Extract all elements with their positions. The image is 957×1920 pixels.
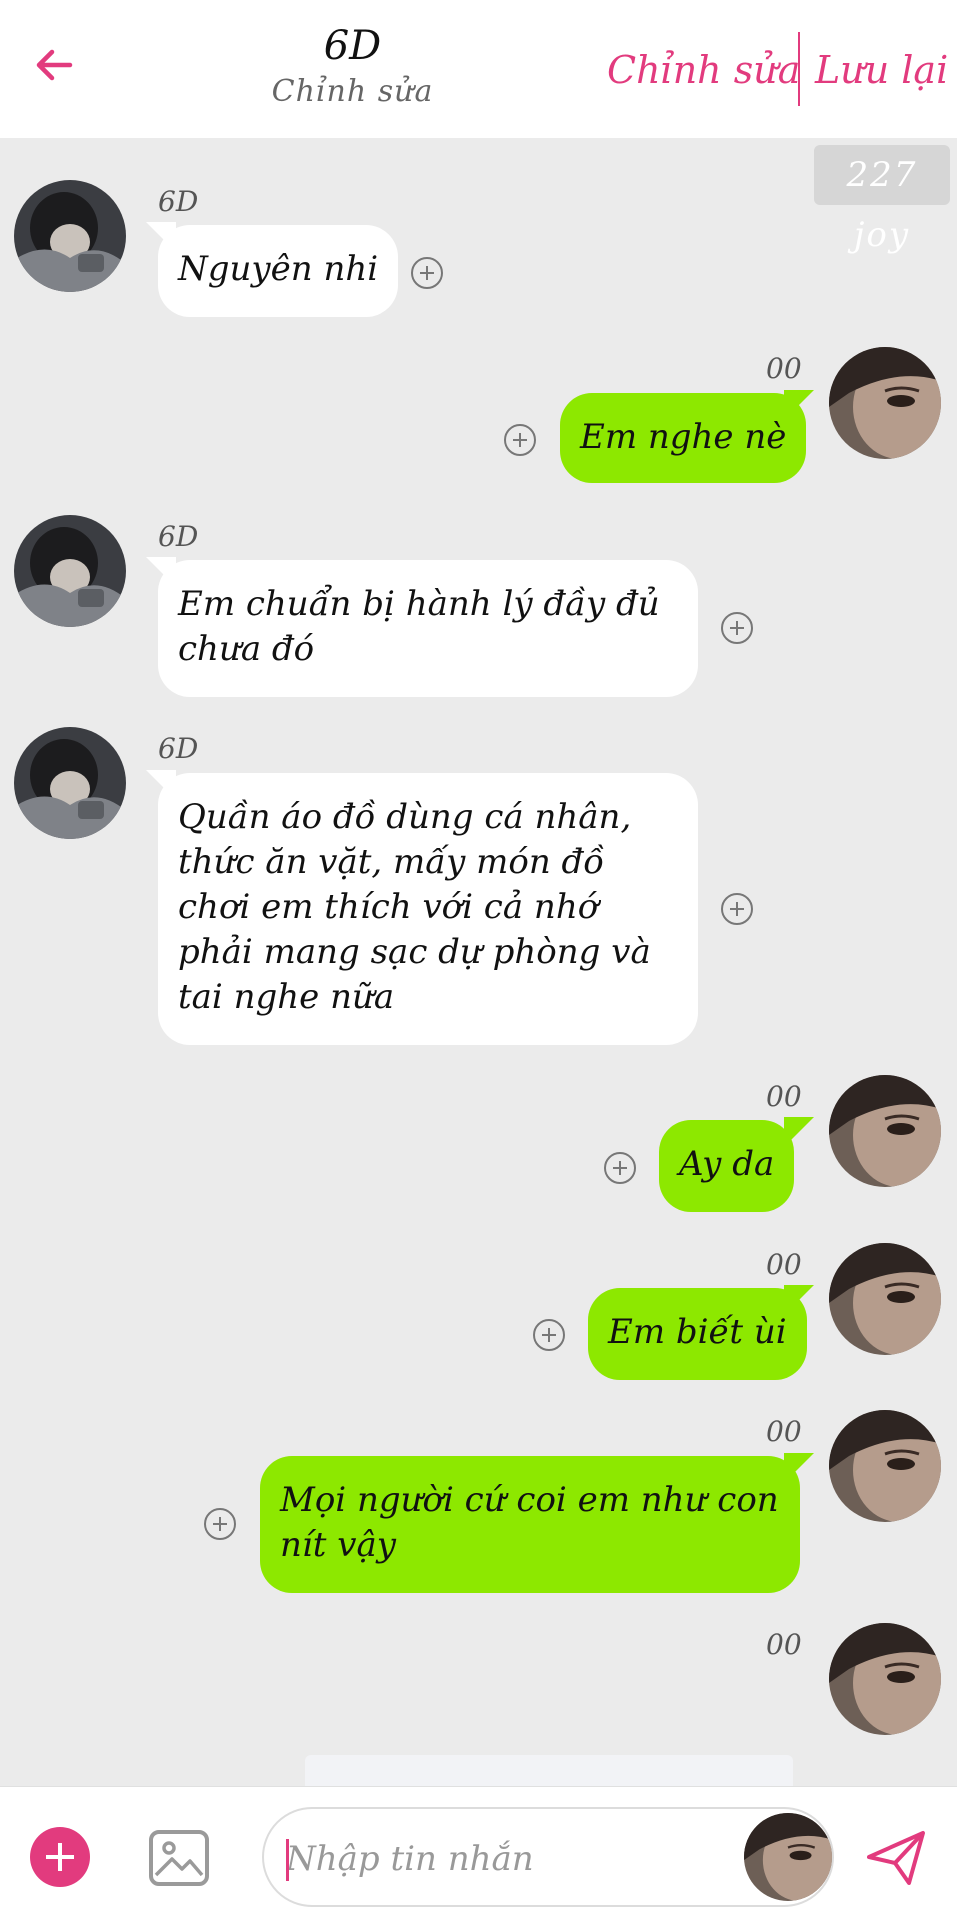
message-line: Em chuẩn bị hành lý đầy đủ — [178, 584, 660, 624]
sender-name: 00 — [766, 1080, 802, 1113]
message-bubble[interactable]: Quần áo đồ dùng cá nhân, thức ăn vặt, mấ… — [158, 773, 698, 1045]
avatar-00[interactable] — [829, 1623, 941, 1735]
message-line: Quần áo đồ dùng cá nhân, — [178, 797, 632, 837]
message-add-icon[interactable] — [411, 257, 443, 289]
image-icon[interactable] — [148, 1829, 210, 1887]
sender-name: 00 — [766, 1628, 802, 1661]
sender-name: 00 — [766, 352, 802, 385]
page-subtitle: Chỉnh sửa — [271, 74, 434, 109]
message-add-icon[interactable] — [533, 1319, 565, 1351]
avatar-6d[interactable] — [14, 727, 126, 839]
message-text: Em nghe nè — [580, 417, 787, 457]
message-bubble[interactable]: Mọi người cứ coi em như con nít vậy — [260, 1456, 800, 1593]
message-line: nít vậy — [280, 1525, 396, 1565]
avatar-00[interactable] — [829, 1243, 941, 1355]
message-input-wrapper[interactable] — [262, 1807, 834, 1907]
message-line: thức ăn vặt, mấy món đồ — [178, 842, 605, 882]
send-paper-plane-icon[interactable] — [865, 1827, 927, 1889]
page-title: 6D — [323, 23, 382, 69]
save-button[interactable]: Lưu lại — [815, 46, 948, 94]
message-add-icon[interactable] — [721, 893, 753, 925]
message-bubble[interactable]: Em chuẩn bị hành lý đầy đủ chưa đó — [158, 560, 698, 697]
header-bar: 6D Chỉnh sửa Chỉnh sửa Lưu lại — [0, 0, 957, 138]
message-line: tai nghe nữa — [178, 977, 395, 1017]
message-add-icon[interactable] — [504, 424, 536, 456]
text-caret — [286, 1839, 289, 1881]
composer-bar — [0, 1786, 957, 1920]
message-bubble[interactable]: Em nghe nè — [560, 393, 807, 483]
sender-name: 00 — [766, 1248, 802, 1281]
message-bubble[interactable]: Em biết ùi — [588, 1288, 807, 1380]
avatar-00[interactable] — [829, 347, 941, 459]
sender-name: 6D — [158, 185, 199, 218]
sender-name: 6D — [158, 520, 199, 553]
avatar-00[interactable] — [829, 1075, 941, 1187]
message-line: phải mang sạc dự phòng và — [178, 932, 651, 972]
message-line: Mọi người cứ coi em như con — [280, 1480, 779, 1520]
message-card-partial[interactable] — [305, 1755, 793, 1789]
sender-name: 6D — [158, 732, 199, 765]
avatar-00[interactable] — [829, 1410, 941, 1522]
watermark: 227 joy — [814, 145, 950, 255]
message-add-icon[interactable] — [604, 1152, 636, 1184]
message-bubble[interactable]: Ay da — [659, 1120, 795, 1212]
title-block: 6D Chỉnh sửa — [240, 20, 465, 112]
message-line: chưa đó — [178, 629, 315, 669]
message-text: Nguyên nhi — [178, 249, 379, 289]
message-add-icon[interactable] — [204, 1508, 236, 1540]
sender-name: 00 — [766, 1415, 802, 1448]
message-line: chơi em thích với cả nhớ — [178, 887, 599, 927]
message-input[interactable] — [286, 1831, 726, 1887]
avatar-6d[interactable] — [14, 180, 126, 292]
current-user-avatar[interactable] — [744, 1813, 832, 1901]
message-text: Em biết ùi — [608, 1312, 787, 1352]
message-text: Ay da — [679, 1144, 775, 1184]
message-bubble[interactable]: Nguyên nhi — [158, 225, 399, 317]
header-divider — [798, 32, 800, 106]
message-add-icon[interactable] — [721, 612, 753, 644]
add-plus-icon[interactable] — [30, 1827, 90, 1887]
edit-button[interactable]: Chỉnh sửa — [607, 46, 800, 94]
avatar-6d[interactable] — [14, 515, 126, 627]
back-arrow-icon[interactable] — [30, 40, 80, 90]
